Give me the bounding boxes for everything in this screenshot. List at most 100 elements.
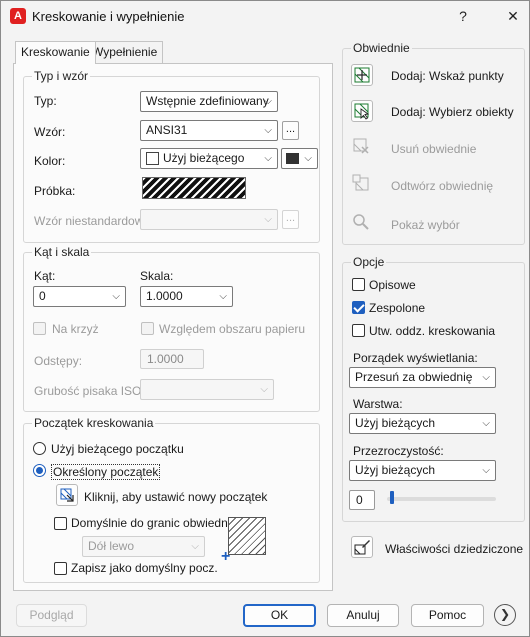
chevron-down-icon: ⌵ — [264, 96, 272, 107]
chevron-down-icon: ⌵ — [260, 384, 268, 395]
transparency-slider-track[interactable] — [387, 497, 496, 501]
select-objects-icon — [354, 103, 370, 120]
remove-boundaries-icon — [353, 138, 369, 154]
chevron-down-icon: ⌵ — [219, 291, 227, 302]
skala-combo[interactable]: 1.0000 ⌵ — [140, 286, 233, 307]
typ-combo[interactable]: Wstępnie zdefiniowany ⌵ — [140, 91, 278, 112]
custom-pattern-label: Wzór niestandardowy: — [34, 214, 153, 228]
kat-combo[interactable]: 0 ⌵ — [33, 286, 126, 307]
zespolone-checkbox[interactable] — [352, 301, 365, 314]
preview-button[interactable]: Podgląd — [16, 604, 87, 627]
opisowe-label: Opisowe — [369, 278, 416, 292]
ok-button[interactable]: OK — [243, 604, 316, 627]
kolor-value: Użyj bieżącego — [163, 151, 245, 165]
view-selection-label[interactable]: Pokaż wybór — [391, 218, 460, 232]
set-origin-button[interactable] — [56, 484, 78, 506]
pozycja-combo[interactable]: Dół lewo ⌵ — [82, 536, 205, 557]
przezroczystosc-combo[interactable]: Użyj bieżących ⌵ — [349, 460, 496, 481]
background-color-combo[interactable]: ⌵ — [281, 148, 318, 169]
inherit-properties-label[interactable]: Właściwości dziedziczone — [385, 542, 523, 556]
typ-label: Typ: — [34, 94, 57, 108]
select-objects-button[interactable] — [351, 100, 373, 122]
papier-label: Względem obszaru papieru — [159, 322, 306, 336]
background-swatch-icon — [286, 153, 299, 164]
typ-value: Wstępnie zdefiniowany — [146, 94, 269, 108]
title-bar[interactable]: A Kreskowanie i wypełnienie ? ✕ — [1, 1, 529, 33]
warstwa-combo[interactable]: Użyj bieżących ⌵ — [349, 413, 496, 434]
chevron-down-icon: ⌵ — [304, 153, 312, 164]
zapisz-label: Zapisz jako domyślny pocz. — [71, 561, 218, 575]
origin-preview-box — [228, 517, 266, 555]
pick-points-button[interactable] — [351, 64, 373, 86]
pick-points-icon — [354, 67, 370, 83]
magnifier-icon — [353, 214, 369, 230]
tab-wypelnienie[interactable]: Wypełnienie — [86, 41, 164, 63]
chevron-down-icon: ⌵ — [264, 153, 272, 164]
view-selection-button[interactable] — [351, 212, 373, 234]
zespolone-label: Zespolone — [369, 301, 426, 315]
kolor-combo[interactable]: Użyj bieżącego ⌵ — [140, 148, 278, 169]
warstwa-label: Warstwa: — [353, 397, 403, 411]
recreate-boundary-label[interactable]: Odtwórz obwiednię — [391, 179, 493, 193]
kat-value: 0 — [39, 289, 46, 303]
autocad-app-icon: A — [10, 8, 26, 24]
color-swatch-icon — [146, 152, 159, 165]
remove-boundaries-label[interactable]: Usuń obwiednie — [391, 142, 476, 156]
biezacy-poczatek-radio[interactable] — [33, 442, 46, 455]
grubosc-combo[interactable]: ⌵ — [140, 379, 274, 400]
recreate-boundary-icon — [352, 174, 369, 191]
na-krzyz-checkbox[interactable] — [33, 322, 46, 335]
chevron-down-icon: ⌵ — [482, 372, 490, 383]
utworz-oddzielne-checkbox[interactable] — [352, 324, 365, 337]
biezacy-poczatek-label: Użyj bieżącego początku — [51, 442, 184, 456]
odstepy-input[interactable]: 1.0000 — [140, 349, 204, 369]
custom-pattern-browse-button[interactable]: ... — [282, 210, 299, 229]
select-objects-label[interactable]: Dodaj: Wybierz obiekty — [391, 105, 514, 119]
okreslony-poczatek-radio[interactable] — [33, 464, 46, 477]
help-button[interactable]: Pomoc — [411, 604, 484, 627]
tab-kreskowanie[interactable]: Kreskowanie — [15, 41, 96, 64]
utworz-oddzielne-label: Utw. oddz. kreskowania — [369, 324, 496, 338]
window-title: Kreskowanie i wypełnienie — [32, 9, 185, 24]
dialog-window: A Kreskowanie i wypełnienie ? ✕ Kreskowa… — [0, 0, 530, 637]
transparency-slider-thumb[interactable] — [390, 491, 394, 504]
remove-boundaries-button[interactable] — [351, 136, 373, 158]
group-title: Obwiednie — [351, 41, 412, 55]
wzor-browse-button[interactable]: ... — [282, 121, 299, 140]
grubosc-label: Grubość pisaka ISO: — [34, 384, 145, 398]
odstepy-label: Odstępy: — [34, 354, 83, 368]
probka-label: Próbka: — [34, 184, 76, 198]
help-title-button[interactable]: ? — [451, 5, 475, 27]
inherit-properties-button[interactable] — [351, 536, 373, 558]
group-title: Typ i wzór — [32, 69, 91, 83]
chevron-down-icon: ⌵ — [482, 465, 490, 476]
custom-pattern-combo[interactable]: ⌵ — [140, 209, 278, 230]
recreate-boundary-button[interactable] — [351, 173, 373, 195]
transparency-value-input[interactable]: 0 — [349, 490, 375, 510]
group-title: Początek kreskowania — [32, 416, 156, 430]
wzor-combo[interactable]: ANSI31 ⌵ — [140, 120, 278, 141]
origin-marker-icon: + — [221, 548, 231, 565]
pattern-sample[interactable] — [142, 177, 246, 199]
set-origin-label: Kliknij, aby ustawić nowy początek — [84, 490, 268, 504]
crosshair-icon — [60, 488, 74, 502]
chevron-down-icon: ⌵ — [264, 125, 272, 136]
porzadek-combo[interactable]: Przesuń za obwiednię ⌵ — [349, 367, 496, 388]
expand-chevron-icon[interactable]: ❯ — [494, 604, 516, 626]
group-title: Kąt i skala — [32, 245, 92, 259]
papier-checkbox[interactable] — [141, 322, 154, 335]
chevron-down-icon: ⌵ — [482, 418, 490, 429]
wzor-label: Wzór: — [34, 125, 66, 139]
przezroczystosc-value: Użyj bieżących — [355, 463, 436, 477]
opisowe-checkbox[interactable] — [352, 278, 365, 291]
cancel-button[interactable]: Anuluj — [327, 604, 399, 627]
domyslnie-label: Domyślnie do granic obwiedni — [71, 516, 231, 530]
pick-points-label[interactable]: Dodaj: Wskaż punkty — [391, 69, 504, 83]
pozycja-value: Dół lewo — [88, 539, 135, 553]
domyslnie-checkbox[interactable] — [54, 517, 67, 530]
tab-panel: Typ i wzór Typ: Wstępnie zdefiniowany ⌵ … — [13, 63, 333, 591]
close-button[interactable]: ✕ — [501, 5, 525, 27]
zapisz-checkbox[interactable] — [54, 562, 67, 575]
chevron-down-icon: ⌵ — [264, 214, 272, 225]
porzadek-label: Porządek wyświetlania: — [353, 351, 478, 365]
